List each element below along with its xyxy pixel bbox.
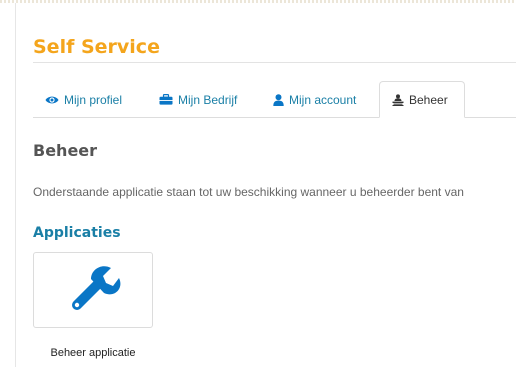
admin-icon bbox=[392, 93, 404, 106]
wrench-icon bbox=[63, 258, 123, 322]
tab-beheer[interactable]: Beheer bbox=[379, 81, 465, 118]
tab-label: Mijn profiel bbox=[64, 92, 123, 107]
title-divider bbox=[33, 62, 516, 63]
tab-bar: Mijn profiel Mijn Bedrijf Mijn account B… bbox=[33, 81, 516, 118]
briefcase-icon bbox=[159, 94, 173, 105]
tab-mijn-profiel[interactable]: Mijn profiel bbox=[45, 81, 122, 118]
user-icon bbox=[273, 93, 284, 106]
applications-heading: Applicaties bbox=[33, 225, 121, 241]
app-label[interactable]: Beheer applicatie bbox=[33, 346, 153, 360]
page-title: Self Service bbox=[33, 36, 160, 58]
section-title: Beheer bbox=[33, 141, 98, 160]
tab-label: Mijn account bbox=[289, 92, 357, 107]
tab-mijn-account[interactable]: Mijn account bbox=[273, 81, 356, 118]
tab-label: Beheer bbox=[409, 92, 448, 107]
eye-icon bbox=[45, 95, 59, 105]
app-tile-beheer-applicatie[interactable] bbox=[33, 252, 153, 328]
top-border bbox=[0, 0, 516, 3]
tab-label: Mijn Bedrijf bbox=[178, 92, 238, 107]
tab-mijn-bedrijf[interactable]: Mijn Bedrijf bbox=[159, 81, 237, 118]
description-text: Onderstaande applicatie staan tot uw bes… bbox=[33, 185, 464, 199]
left-border bbox=[15, 3, 16, 367]
